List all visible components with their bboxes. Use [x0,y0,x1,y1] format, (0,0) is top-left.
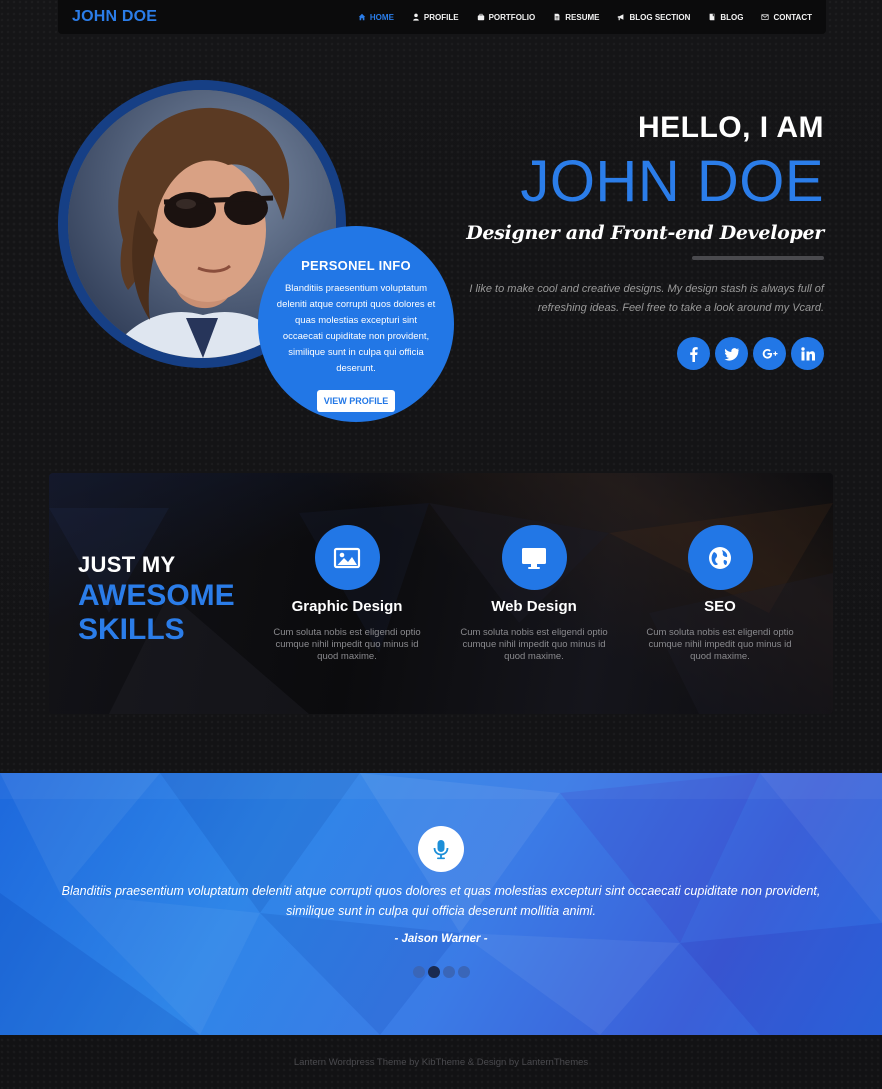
testimonial-quote: Blanditiis praesentium voluptatum deleni… [61,884,821,918]
nav-item-contact[interactable]: CONTACT [761,13,812,22]
skill-card-seo: SEO Cum soluta nobis est eligendi optio … [637,525,803,663]
carousel-dot-4[interactable] [458,966,470,978]
personal-info-text: Blanditiis praesentium voluptatum deleni… [276,283,436,374]
role-subtitle: Designer and Front-end Developer [466,222,824,244]
hero-intro: HELLO, I AM JOHN DOE Designer and Front-… [444,108,824,370]
home-icon [358,13,366,21]
nav-item-label: CONTACT [773,12,812,22]
intro-text: I like to make cool and creative designs… [469,283,824,314]
briefcase-icon [477,13,485,21]
monitor-icon [501,525,567,590]
nav-item-label: HOME [369,12,394,22]
skill-title: Graphic Design [291,598,403,615]
nav-item-label: RESUME [565,12,600,22]
document-icon [553,13,561,21]
testimonial-section: Blanditiis praesentium voluptatum deleni… [0,773,882,1035]
nav-item-label: BLOG [720,12,744,22]
main-menu: HOME PROFILE PORTFOLIO RESUME BLOG SECTI… [340,13,812,22]
nav-item-blog-section[interactable]: BLOG SECTION [617,13,690,22]
google-plus-icon[interactable] [753,337,786,370]
nav-item-resume[interactable]: RESUME [553,13,599,22]
megaphone-icon [617,13,625,21]
hello-heading: HELLO, I AM [637,111,824,144]
site-brand[interactable]: JOHN DOE [72,8,157,26]
image-icon [314,525,380,590]
view-profile-button[interactable]: VIEW PROFILE [316,390,396,412]
microphone-icon [418,826,464,872]
divider [692,256,824,260]
linkedin-icon[interactable] [791,337,824,370]
skill-description: Cum soluta nobis est eligendi optio cumq… [273,627,421,662]
name-heading: JOHN DOE [520,149,824,214]
footer-credits: Lantern Wordpress Theme by KibTheme & De… [293,1056,589,1068]
skills-heading-line3: SKILLS [78,613,185,646]
skill-card-graphic-design: Graphic Design Cum soluta nobis est elig… [264,525,430,663]
twitter-icon[interactable] [715,337,748,370]
nav-item-blog[interactable]: BLOG [708,13,743,22]
book-icon [708,13,716,21]
skills-section: JUST MY AWESOME SKILLS Graphic Design Cu… [49,473,833,714]
skill-description: Cum soluta nobis est eligendi optio cumq… [646,627,794,662]
nav-item-label: PROFILE [423,12,459,22]
skills-heading-line2: AWESOME [78,579,235,612]
carousel-pagination [413,966,470,978]
nav-item-home[interactable]: HOME [358,13,394,22]
skill-card-web-design: Web Design Cum soluta nobis est eligendi… [451,525,617,663]
skill-title: SEO [704,598,736,615]
carousel-dot-2[interactable] [428,966,440,978]
nav-item-portfolio[interactable]: PORTFOLIO [477,12,536,22]
skills-heading: JUST MY AWESOME SKILLS [78,551,235,647]
globe-icon [687,525,753,590]
skills-heading-line1: JUST MY [78,552,176,577]
social-links [444,337,824,370]
personal-info-title: PERSONEL INFO [301,258,411,273]
user-icon [412,13,420,21]
carousel-dot-3[interactable] [443,966,455,978]
carousel-dot-1[interactable] [413,966,425,978]
envelope-icon [761,13,770,21]
nav-item-label: PORTFOLIO [488,12,536,22]
testimonial-author: - Jaison Warner - [394,933,488,945]
nav-item-label: BLOG SECTION [629,12,691,22]
skill-description: Cum soluta nobis est eligendi optio cumq… [460,627,608,662]
nav-item-profile[interactable]: PROFILE [412,13,459,22]
top-navbar: JOHN DOE HOME PROFILE PORTFOLIO RESUME B… [58,0,826,34]
facebook-icon[interactable] [677,337,710,370]
skill-title: Web Design [491,598,577,615]
personal-info-card: PERSONEL INFO Blanditiis praesentium vol… [258,226,454,422]
